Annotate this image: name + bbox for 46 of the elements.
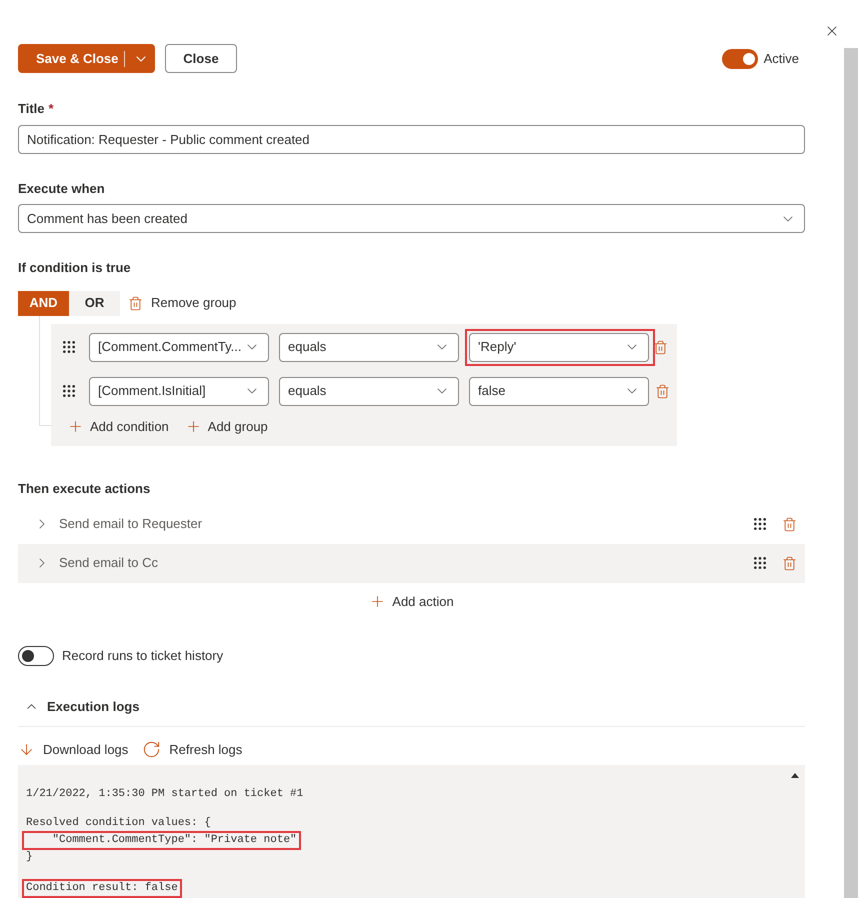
condition-label: If condition is true (18, 259, 132, 277)
action-label: Send email to Cc (59, 554, 158, 572)
action-label: Send email to Requester (59, 515, 202, 534)
trash-icon[interactable] (653, 340, 668, 354)
action-row[interactable]: Send email to Cc (18, 544, 805, 582)
trash-icon[interactable] (782, 556, 797, 570)
drag-handle-icon[interactable] (752, 555, 768, 571)
operator-dropdown[interactable]: equals (279, 376, 459, 406)
download-logs-button[interactable]: Download logs (18, 740, 128, 759)
drag-handle-icon[interactable] (61, 383, 77, 399)
operator-dropdown[interactable]: equals (279, 332, 459, 362)
title-label: Title (18, 100, 44, 118)
required-mark: * (48, 100, 54, 118)
scroll-up-icon[interactable] (791, 773, 799, 778)
trash-icon[interactable] (655, 384, 670, 398)
log-line: } (26, 850, 33, 865)
value-dropdown[interactable]: 'Reply' (469, 332, 649, 362)
save-close-button[interactable]: Save & Close (18, 44, 155, 73)
execute-when-label: Execute when (18, 180, 106, 198)
add-action-button[interactable]: Add action (369, 592, 454, 611)
add-condition-button[interactable]: Add condition (67, 416, 169, 436)
field-dropdown[interactable]: [Comment.CommentTy... (89, 332, 269, 362)
record-runs-label: Record runs to ticket history (62, 647, 224, 666)
execution-logs-header[interactable]: Execution logs (18, 697, 805, 726)
scrollbar[interactable] (844, 48, 858, 898)
operator-tab[interactable]: OR (69, 290, 120, 316)
close-button[interactable]: Close (165, 44, 237, 73)
log-line: 1/21/2022, 1:35:30 PM started on ticket #1 (26, 787, 304, 802)
refresh-logs-button[interactable]: Refresh logs (142, 740, 242, 759)
log-line: Resolved condition values: { (26, 816, 211, 831)
operator-tab[interactable]: AND (18, 290, 69, 316)
value-dropdown[interactable]: false (469, 376, 649, 406)
title-input[interactable]: Notification: Requester - Public comment created (18, 124, 805, 154)
drag-handle-icon[interactable] (61, 339, 77, 355)
actions-label: Then execute actions (18, 480, 152, 498)
field-dropdown[interactable]: [Comment.IsInitial] (89, 376, 269, 406)
toggle-switch[interactable] (722, 48, 758, 68)
drag-handle-icon[interactable] (752, 516, 768, 532)
trash-icon[interactable] (782, 516, 797, 532)
trash-icon (128, 296, 143, 310)
add-group-button[interactable]: Add group (184, 416, 268, 436)
active-label: Active (764, 50, 799, 68)
remove-group-button[interactable]: Remove group (128, 293, 236, 313)
execute-when-dropdown[interactable]: Comment has been created (18, 204, 805, 233)
toggle-switch[interactable] (18, 646, 54, 666)
refresh-icon (142, 740, 162, 759)
